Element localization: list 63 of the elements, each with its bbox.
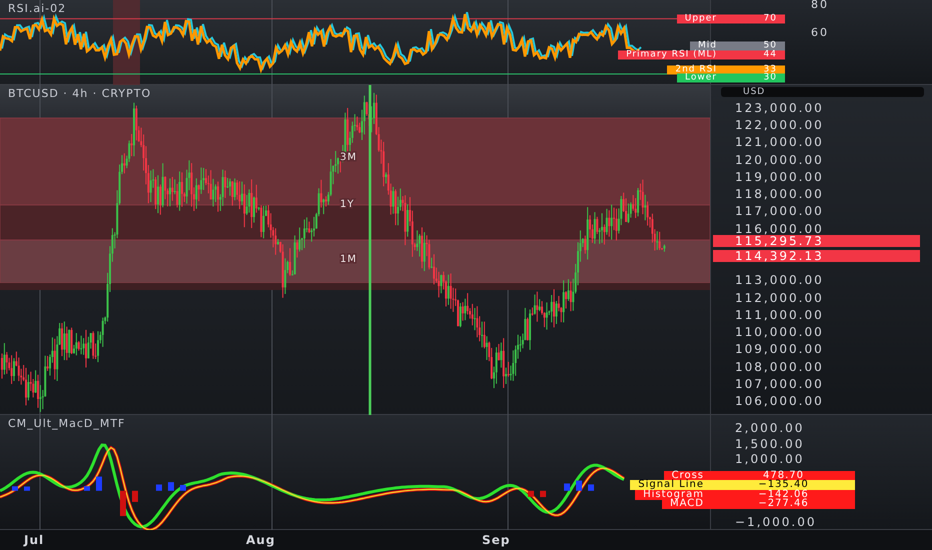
price-label: 116,000.00 bbox=[735, 222, 824, 236]
histogram-bar bbox=[132, 490, 138, 502]
axis-label: 80 bbox=[811, 0, 829, 12]
price-label: 108,000.00 bbox=[735, 360, 824, 374]
histogram-bar bbox=[180, 484, 186, 491]
histogram-bar bbox=[84, 486, 90, 491]
histogram-bar bbox=[96, 476, 102, 491]
series-value: −135.40 bbox=[712, 480, 855, 490]
price-label: 107,000.00 bbox=[735, 376, 824, 391]
series-value: 50 bbox=[725, 42, 785, 51]
axis-label: 1,500.00 bbox=[735, 436, 804, 451]
axis-label: −1,000.00 bbox=[735, 515, 816, 530]
histogram-bar bbox=[540, 490, 546, 498]
series-label: Lower bbox=[677, 74, 725, 83]
price-tag: 115,295.73 bbox=[713, 234, 920, 247]
series-value: −142.06 bbox=[712, 490, 855, 500]
price-tag: 114,392.13 bbox=[713, 250, 920, 262]
series-label: Histogram bbox=[635, 490, 712, 500]
price-label: 121,000.00 bbox=[735, 135, 824, 150]
axis-label: 1,000.00 bbox=[735, 452, 804, 466]
price-label: 122,000.00 bbox=[735, 118, 824, 132]
zone-label: 1Y bbox=[340, 199, 354, 210]
axis-label: 60 bbox=[811, 26, 829, 40]
price-label: 117,000.00 bbox=[735, 204, 824, 218]
time-label: Aug bbox=[246, 533, 276, 547]
series-label: Primary RSI (ML) bbox=[618, 50, 725, 60]
price-label: 120,000.00 bbox=[735, 152, 824, 167]
price-label: 109,000.00 bbox=[735, 342, 824, 356]
histogram-bar bbox=[120, 490, 126, 516]
price-label: 111,000.00 bbox=[735, 308, 824, 322]
symbol-title: BTCUSD · 4h · CRYPTO bbox=[8, 87, 152, 100]
series-value: 44 bbox=[725, 50, 785, 60]
series-label: Signal Line bbox=[630, 480, 712, 490]
series-value: 33 bbox=[725, 65, 785, 74]
series-value: −277.46 bbox=[712, 499, 855, 510]
price-label: 119,000.00 bbox=[735, 170, 824, 184]
series-value: 478.70 bbox=[712, 470, 855, 481]
histogram-bar bbox=[528, 490, 534, 497]
price-label: 110,000.00 bbox=[735, 325, 824, 340]
indicator-title: RSI.ai-02 bbox=[8, 2, 66, 15]
series-value: 70 bbox=[725, 14, 785, 24]
price-label: 118,000.00 bbox=[735, 187, 824, 202]
histogram-bar bbox=[564, 483, 570, 491]
time-label: Sep bbox=[482, 533, 510, 547]
histogram-bar bbox=[588, 484, 594, 491]
time-label: Jul bbox=[24, 533, 44, 547]
series-label: 2nd RSI bbox=[667, 65, 725, 74]
histogram-bar bbox=[576, 480, 582, 491]
currency-label: USD bbox=[721, 87, 924, 97]
histogram-bar bbox=[12, 486, 18, 491]
series-label: Mid bbox=[690, 42, 725, 51]
series-value: 30 bbox=[725, 74, 785, 83]
series-label: MACD bbox=[662, 499, 712, 510]
histogram-bar bbox=[156, 484, 162, 491]
indicator-title: CM_Ult_MacD_MTF bbox=[8, 417, 126, 430]
histogram-bar bbox=[24, 486, 30, 491]
axis-label: 2,000.00 bbox=[735, 421, 804, 435]
price-label: 112,000.00 bbox=[735, 290, 824, 305]
histogram-bar bbox=[168, 482, 174, 491]
price-label: 106,000.00 bbox=[735, 394, 824, 408]
price-label: 113,000.00 bbox=[735, 273, 824, 288]
zone-label: 1M bbox=[340, 254, 357, 265]
price-label: 123,000.00 bbox=[735, 101, 824, 115]
